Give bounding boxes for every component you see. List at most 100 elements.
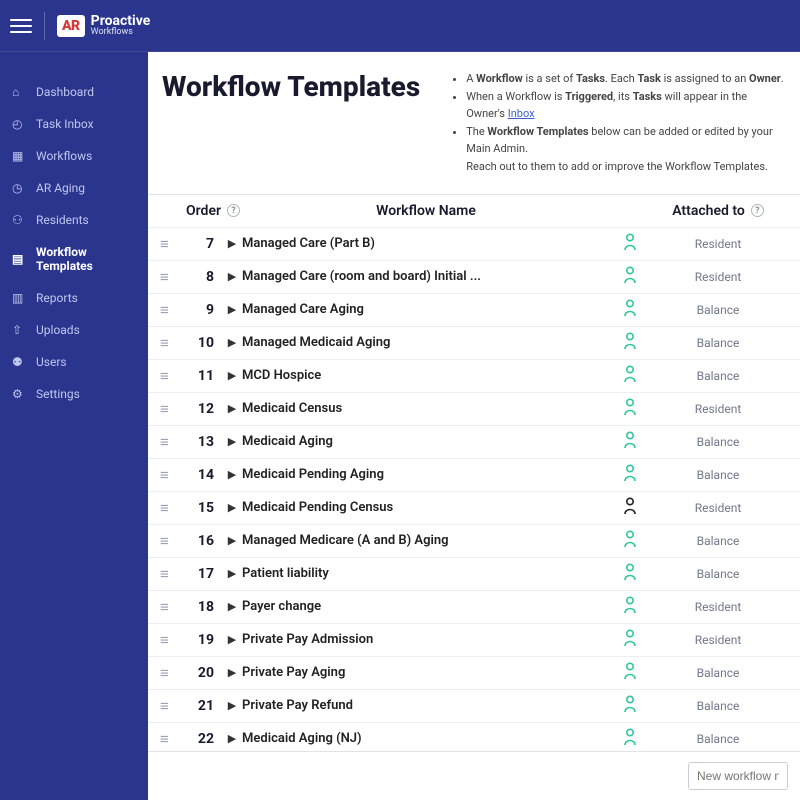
sidebar-item-uploads[interactable]: ⇧Uploads: [0, 314, 148, 346]
workflow-name[interactable]: Private Pay Refund: [242, 698, 612, 713]
sidebar-item-settings[interactable]: ⚙Settings: [0, 378, 148, 410]
menu-toggle[interactable]: [10, 15, 32, 37]
workflow-name[interactable]: Medicaid Pending Census: [242, 500, 612, 515]
sidebar-item-workflows[interactable]: ▦Workflows: [0, 140, 148, 172]
workflow-name[interactable]: Medicaid Pending Aging: [242, 467, 612, 482]
drag-handle-icon[interactable]: ≡: [160, 730, 186, 748]
resident-badge-icon: [612, 299, 648, 321]
table-row: ≡18▶Payer changeResident: [148, 590, 800, 623]
inbox-icon: ◴: [12, 117, 26, 131]
drag-handle-icon[interactable]: ≡: [160, 631, 186, 649]
drag-handle-icon[interactable]: ≡: [160, 268, 186, 286]
help-icon[interactable]: ?: [751, 204, 764, 217]
resident-badge-icon: [612, 464, 648, 486]
resident-badge-icon: [612, 530, 648, 552]
brand-icon: AR: [57, 15, 85, 37]
new-workflow-input[interactable]: [688, 762, 788, 790]
workflow-name[interactable]: Managed Medicare (A and B) Aging: [242, 533, 612, 548]
attached-to: Balance: [648, 435, 788, 449]
drag-handle-icon[interactable]: ≡: [160, 334, 186, 352]
expand-toggle[interactable]: ▶: [222, 468, 242, 481]
resident-badge-icon: [612, 629, 648, 651]
attached-to: Balance: [648, 732, 788, 746]
resident-badge-icon: [612, 233, 648, 255]
expand-toggle[interactable]: ▶: [222, 633, 242, 646]
drag-handle-icon[interactable]: ≡: [160, 598, 186, 616]
sidebar-item-label: Residents: [36, 213, 89, 227]
drag-handle-icon[interactable]: ≡: [160, 532, 186, 550]
sidebar-item-reports[interactable]: ▥Reports: [0, 282, 148, 314]
attached-to: Resident: [648, 633, 788, 647]
expand-toggle[interactable]: ▶: [222, 501, 242, 514]
drag-handle-icon[interactable]: ≡: [160, 235, 186, 253]
brand-name: Proactive: [91, 14, 151, 28]
table-row: ≡20▶Private Pay AgingBalance: [148, 656, 800, 689]
drag-handle-icon[interactable]: ≡: [160, 499, 186, 517]
order-number: 21: [186, 698, 222, 714]
table-row: ≡13▶Medicaid Aging Balance: [148, 425, 800, 458]
help-icon[interactable]: ?: [227, 204, 240, 217]
expand-toggle[interactable]: ▶: [222, 336, 242, 349]
order-number: 17: [186, 566, 222, 582]
sidebar-item-dashboard[interactable]: ⌂Dashboard: [0, 76, 148, 108]
sidebar-item-users[interactable]: ⚉Users: [0, 346, 148, 378]
expand-toggle[interactable]: ▶: [222, 270, 242, 283]
drag-handle-icon[interactable]: ≡: [160, 664, 186, 682]
table-row: ≡7▶Managed Care (Part B)Resident: [148, 227, 800, 260]
workflow-name[interactable]: Payer change: [242, 599, 612, 614]
table-header: Order ? Workflow Name Attached to ?: [148, 195, 800, 227]
order-number: 8: [186, 269, 222, 285]
expand-toggle[interactable]: ▶: [222, 732, 242, 745]
table-row: ≡19▶Private Pay AdmissionResident: [148, 623, 800, 656]
sidebar-item-ar-aging[interactable]: ◷AR Aging: [0, 172, 148, 204]
workflow-name[interactable]: Managed Care (Part B): [242, 236, 612, 251]
drag-handle-icon[interactable]: ≡: [160, 367, 186, 385]
user-icon: ⚇: [12, 213, 26, 227]
expand-toggle[interactable]: ▶: [222, 402, 242, 415]
workflow-name[interactable]: Private Pay Admission: [242, 632, 612, 647]
table-row: ≡9▶Managed Care AgingBalance: [148, 293, 800, 326]
order-number: 12: [186, 401, 222, 417]
expand-toggle[interactable]: ▶: [222, 435, 242, 448]
inbox-link[interactable]: Inbox: [508, 107, 535, 120]
workflow-name[interactable]: Medicaid Aging (NJ): [242, 731, 612, 746]
workflow-name[interactable]: Patient liability: [242, 566, 612, 581]
workflow-name[interactable]: MCD Hospice: [242, 368, 612, 383]
workflow-name[interactable]: Managed Medicaid Aging: [242, 335, 612, 350]
expand-toggle[interactable]: ▶: [222, 699, 242, 712]
workflow-name[interactable]: Medicaid Census: [242, 401, 612, 416]
workflow-name[interactable]: Medicaid Aging: [242, 434, 612, 449]
sidebar-item-residents[interactable]: ⚇ Residents: [0, 204, 148, 236]
attached-to: Resident: [648, 600, 788, 614]
attached-to: Balance: [648, 468, 788, 482]
workflow-name[interactable]: Managed Care Aging: [242, 302, 612, 317]
order-number: 13: [186, 434, 222, 450]
brand-logo[interactable]: AR Proactive Workflows: [57, 14, 150, 37]
expand-toggle[interactable]: ▶: [222, 666, 242, 679]
sidebar-item-task-inbox[interactable]: ◴Task Inbox: [0, 108, 148, 140]
table-row: ≡14▶Medicaid Pending AgingBalance: [148, 458, 800, 491]
drag-handle-icon[interactable]: ≡: [160, 400, 186, 418]
expand-toggle[interactable]: ▶: [222, 567, 242, 580]
resident-badge-icon: [612, 596, 648, 618]
order-number: 7: [186, 236, 222, 252]
table-row: ≡17▶Patient liabilityBalance: [148, 557, 800, 590]
expand-toggle[interactable]: ▶: [222, 369, 242, 382]
expand-toggle[interactable]: ▶: [222, 303, 242, 316]
sidebar-item-workflow-templates[interactable]: ▤Workflow Templates: [0, 236, 148, 282]
attached-to: Balance: [648, 303, 788, 317]
expand-toggle[interactable]: ▶: [222, 534, 242, 547]
table-row: ≡12▶Medicaid CensusResident: [148, 392, 800, 425]
expand-toggle[interactable]: ▶: [222, 237, 242, 250]
table-footer: [148, 751, 800, 800]
drag-handle-icon[interactable]: ≡: [160, 697, 186, 715]
workflow-name[interactable]: Private Pay Aging: [242, 665, 612, 680]
expand-toggle[interactable]: ▶: [222, 600, 242, 613]
drag-handle-icon[interactable]: ≡: [160, 565, 186, 583]
home-icon: ⌂: [12, 85, 26, 99]
drag-handle-icon[interactable]: ≡: [160, 433, 186, 451]
drag-handle-icon[interactable]: ≡: [160, 466, 186, 484]
workflow-name[interactable]: Managed Care (room and board) Initial ..…: [242, 269, 612, 284]
drag-handle-icon[interactable]: ≡: [160, 301, 186, 319]
sidebar-item-label: Settings: [36, 387, 80, 401]
